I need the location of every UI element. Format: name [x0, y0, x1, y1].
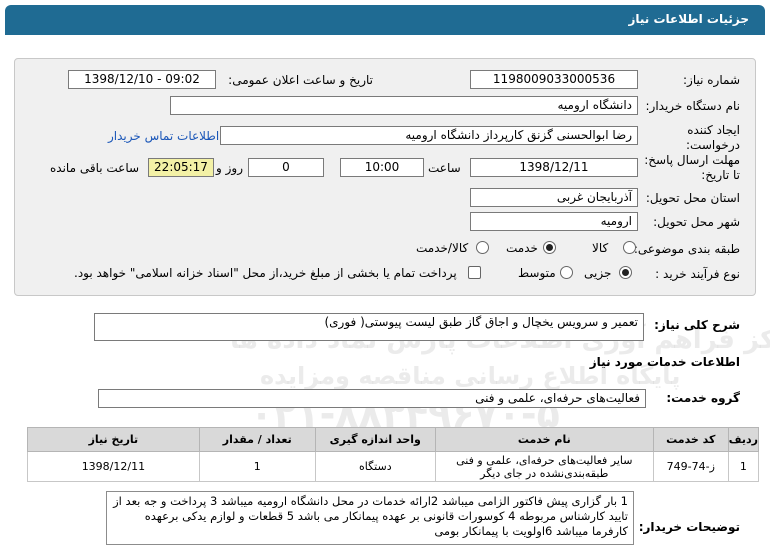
need-number-label: شماره نیاز: — [683, 73, 740, 87]
service-group-label: گروه خدمت: — [666, 391, 740, 405]
need-info-panel — [14, 58, 756, 296]
col-unit: واحد اندازه گیری — [314, 427, 436, 452]
purchase-minor-radio[interactable] — [619, 266, 632, 279]
col-need-date: تاریخ نیاز — [27, 427, 200, 452]
days-remaining-label: روز و — [216, 161, 243, 175]
page-header: جزئیات اطلاعات نیاز — [5, 5, 765, 35]
buyer-name-field: دانشگاه ارومیه — [170, 96, 638, 115]
general-desc-field: تعمیر و سرویس یخچال و اجاق گاز طبق لیست … — [94, 313, 644, 341]
buyer-notes-label: توضیحات خریدار: — [638, 520, 740, 534]
announce-datetime-label: تاریخ و ساعت اعلان عمومی: — [228, 73, 373, 87]
col-service-code: کد خدمت — [652, 427, 729, 452]
category-goods-radio[interactable] — [623, 241, 636, 254]
service-group-field: فعالیت‌های حرفه‌ای، علمی و فنی — [98, 389, 646, 408]
treasury-payment-note: پرداخت تمام یا بخشی از مبلغ خرید،از محل … — [74, 266, 457, 280]
need-number-field: 1198009033000536 — [470, 70, 638, 89]
table-header-row: ردیف کد خدمت نام خدمت واحد اندازه گیری ت… — [27, 427, 760, 452]
treasury-payment-checkbox[interactable] — [468, 266, 481, 279]
category-goods-service-radio[interactable] — [476, 241, 489, 254]
cell-unit: دستگاه — [314, 451, 436, 482]
col-quantity: تعداد / مقدار — [198, 427, 316, 452]
deadline-date-field: 1398/12/11 — [470, 158, 638, 177]
purchase-medium-label: متوسط — [518, 266, 556, 280]
time-remaining-label: ساعت باقی مانده — [50, 161, 140, 175]
cell-service-code: ز-74-749 — [652, 451, 729, 482]
category-service-radio[interactable] — [543, 241, 556, 254]
announce-datetime-field: 1398/12/10 - 09:02 — [68, 70, 216, 89]
general-desc-label: شرح کلی نیاز: — [654, 318, 740, 332]
page-title: جزئیات اطلاعات نیاز — [628, 12, 749, 26]
services-info-title: اطلاعات خدمات مورد نیاز — [589, 355, 740, 369]
col-row-number: ردیف — [727, 427, 760, 452]
purchase-medium-radio[interactable] — [560, 266, 573, 279]
deadline-time-field: 10:00 — [340, 158, 424, 177]
requester-label-line1: ایجاد کننده — [687, 123, 740, 137]
purchase-type-label: نوع فرآیند خرید : — [655, 267, 740, 281]
cell-row-number: 1 — [727, 451, 760, 482]
table-row: 1 ز-74-749 سایر فعالیت‌های حرفه‌ای، علمی… — [27, 451, 760, 482]
purchase-minor-label: جزیی — [584, 266, 612, 280]
time-remaining-field: 22:05:17 — [148, 158, 214, 177]
deadline-label-line1: مهلت ارسال پاسخ: — [644, 153, 740, 167]
deadline-time-label: ساعت — [428, 161, 461, 175]
services-table: ردیف کد خدمت نام خدمت واحد اندازه گیری ت… — [27, 427, 760, 482]
category-goods-service-label: کالا/خدمت — [416, 241, 469, 255]
buyer-name-label: نام دستگاه خریدار: — [645, 99, 741, 113]
province-label: استان محل تحویل: — [645, 191, 740, 205]
cell-need-date: 1398/12/11 — [27, 451, 200, 482]
category-service-label: خدمت — [506, 241, 538, 255]
days-remaining-field: 0 — [248, 158, 324, 177]
requester-label-line2: درخواست: — [686, 138, 740, 152]
requester-field: رضا ابوالحسنی گزنق کارپرداز دانشگاه اروم… — [220, 126, 638, 145]
buyer-contact-link[interactable]: اطلاعات تماس خریدار — [108, 129, 219, 143]
category-goods-label: کالا — [592, 241, 609, 255]
city-field: ارومیه — [470, 212, 638, 231]
col-service-name: نام خدمت — [434, 427, 654, 452]
province-field: آذربایجان غربی — [470, 188, 638, 207]
cell-quantity: 1 — [198, 451, 316, 482]
buyer-notes-field: 1 بار گزاری پیش فاکتور الزامی میباشد 2ار… — [106, 491, 634, 545]
city-label: شهر محل تحویل: — [653, 215, 740, 229]
category-label: طبقه بندی موضوعی: — [633, 242, 740, 256]
deadline-label-line2: تا تاریخ: — [701, 168, 740, 182]
cell-service-name: سایر فعالیت‌های حرفه‌ای، علمی و فنی طبقه… — [434, 451, 654, 482]
